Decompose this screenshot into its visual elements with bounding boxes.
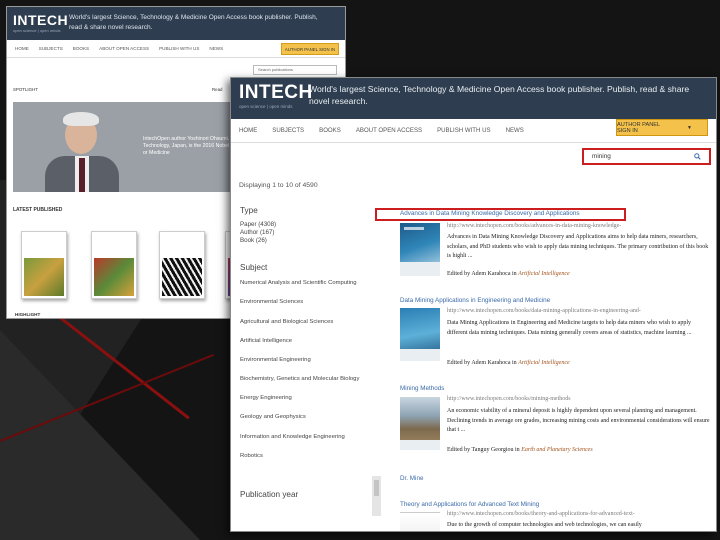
result-editor-text: Edited by Adem Karahoca in xyxy=(447,360,519,366)
result-description: An economic viability of a mineral depos… xyxy=(447,408,710,433)
site-logo[interactable]: INTECH xyxy=(13,12,68,28)
result-editor: Edited by Adem Karahoca in Artificial In… xyxy=(447,271,570,277)
facet-subject-item[interactable]: Numerical Analysis and Scientific Comput… xyxy=(240,280,357,286)
result-description: Due to the growth of computer technologi… xyxy=(447,522,642,528)
result-title[interactable]: Data Mining Applications in Engineering … xyxy=(400,297,550,304)
nav-subjects[interactable]: SUBJECTS xyxy=(39,46,63,51)
facet-subject-item[interactable]: Environmental Sciences xyxy=(240,299,303,305)
facet-subject-item[interactable]: Geology and Geophysics xyxy=(240,414,306,420)
result-title[interactable]: Advances in Data Mining Knowledge Discov… xyxy=(400,210,580,217)
search-results-screenshot: INTECH open science | open minds World's… xyxy=(230,77,717,532)
result-editor: Edited by Tanguy Georgiou in Earth and P… xyxy=(447,447,593,453)
search-input[interactable]: mining xyxy=(582,148,711,165)
site-tagline: World's largest Science, Technology & Me… xyxy=(309,84,690,106)
facet-subject-item[interactable]: Energy Engineering xyxy=(240,395,292,401)
book-cover[interactable] xyxy=(159,231,205,299)
nav-books[interactable]: BOOKS xyxy=(319,127,341,134)
facet-subject-item[interactable]: Artificial Intelligence xyxy=(240,338,292,344)
author-panel-label: AUTHOR PANEL SIGN IN xyxy=(284,46,336,52)
site-header: INTECH open science | open minds World's… xyxy=(231,78,716,119)
author-panel-button[interactable]: AUTHOR PANEL SIGN IN xyxy=(281,43,339,55)
nav-home[interactable]: HOME xyxy=(239,127,257,134)
site-tagline: World's largest Science, Technology & Me… xyxy=(69,14,318,31)
author-panel-button[interactable]: AUTHOR PANEL SIGN IN ▼ xyxy=(616,119,708,136)
site-logo[interactable]: INTECH xyxy=(239,82,313,104)
result-cover[interactable] xyxy=(400,223,440,276)
logo-subtitle: open science | open minds xyxy=(13,28,61,33)
section-label: SPOTLIGHT xyxy=(13,87,38,92)
facet-subject-item[interactable]: Agricultural and Biological Sciences xyxy=(240,319,333,325)
results-count: Displaying 1 to 10 of 4590 xyxy=(239,182,318,189)
search-input-value: mining xyxy=(592,153,611,160)
facet-type-title: Type xyxy=(240,206,258,215)
nav-books[interactable]: BOOKS xyxy=(73,46,89,51)
nav-about-open-access[interactable]: ABOUT OPEN ACCESS xyxy=(99,46,149,51)
search-input[interactable]: Search publications xyxy=(253,65,337,75)
nav-publish-with-us[interactable]: PUBLISH WITH US xyxy=(437,127,491,134)
site-header: INTECH open science | open minds World's… xyxy=(7,7,345,40)
main-nav: HOME SUBJECTS BOOKS ABOUT OPEN ACCESS PU… xyxy=(7,40,345,58)
result-url[interactable]: http://www.intechopen.com/books/theory-a… xyxy=(447,511,635,517)
latest-heading: LATEST PUBLISHED xyxy=(13,207,63,213)
result-field-link[interactable]: Artificial Intelligence xyxy=(518,360,569,366)
result-title[interactable]: Mining Methods xyxy=(400,385,444,392)
book-cover[interactable] xyxy=(91,231,137,299)
main-nav: HOME SUBJECTS BOOKS ABOUT OPEN ACCESS PU… xyxy=(231,119,716,143)
nav-publish-with-us[interactable]: PUBLISH WITH US xyxy=(159,46,199,51)
result-field-link[interactable]: Artificial Intelligence xyxy=(518,271,569,277)
result-editor-text: Edited by Adem Karahoca in xyxy=(447,271,519,277)
facet-scrollbar[interactable] xyxy=(372,476,381,516)
result-url[interactable]: http://www.intechopen.com/books/mining-m… xyxy=(447,396,571,402)
result-cover[interactable] xyxy=(400,308,440,361)
facet-subject-item[interactable]: Biochemistry, Genetics and Molecular Bio… xyxy=(240,376,359,382)
result-field-link[interactable]: Earth and Planetary Sciences xyxy=(521,447,592,453)
book-cover[interactable] xyxy=(21,231,67,299)
result-title[interactable]: Theory and Applications for Advanced Tex… xyxy=(400,501,539,508)
result-description: Advances in Data Mining Knowledge Discov… xyxy=(447,234,709,259)
read-link[interactable]: Read xyxy=(212,87,223,92)
facet-type-item[interactable]: Book (26) xyxy=(240,237,267,246)
nav-news[interactable]: NEWS xyxy=(506,127,524,134)
result-editor: Edited by Adem Karahoca in Artificial In… xyxy=(447,360,570,366)
nav-news[interactable]: NEWS xyxy=(209,46,223,51)
result-title[interactable]: Dr. Mine xyxy=(400,475,423,482)
facet-subject-item[interactable]: Robotics xyxy=(240,453,263,459)
nav-home[interactable]: HOME xyxy=(15,46,29,51)
result-cover[interactable] xyxy=(400,512,440,531)
result-description: Data Mining Applications in Engineering … xyxy=(447,320,692,336)
chevron-down-icon: ▼ xyxy=(687,124,692,131)
result-url[interactable]: http://www.intechopen.com/books/advances… xyxy=(447,223,621,229)
background-shape xyxy=(0,330,200,540)
result-cover[interactable] xyxy=(400,397,440,450)
result-editor-text: Edited by Tanguy Georgiou in xyxy=(447,447,522,453)
facet-subject-item[interactable]: Information and Knowledge Engineering xyxy=(240,434,345,440)
portrait-image xyxy=(37,106,129,192)
logo-subtitle: open science | open minds xyxy=(239,104,293,109)
nav-subjects[interactable]: SUBJECTS xyxy=(272,127,304,134)
highlight-heading: HIGHLIGHT xyxy=(15,312,41,317)
nav-about-open-access[interactable]: ABOUT OPEN ACCESS xyxy=(356,127,422,134)
facet-subject-item[interactable]: Environmental Engineering xyxy=(240,357,311,363)
facet-subject-title: Subject xyxy=(240,263,268,272)
search-icon[interactable] xyxy=(694,153,701,160)
facet-publication-year-title: Publication year xyxy=(240,490,299,499)
author-panel-label: AUTHOR PANEL SIGN IN xyxy=(617,121,660,134)
result-url[interactable]: http://www.intechopen.com/books/data-min… xyxy=(447,308,641,314)
